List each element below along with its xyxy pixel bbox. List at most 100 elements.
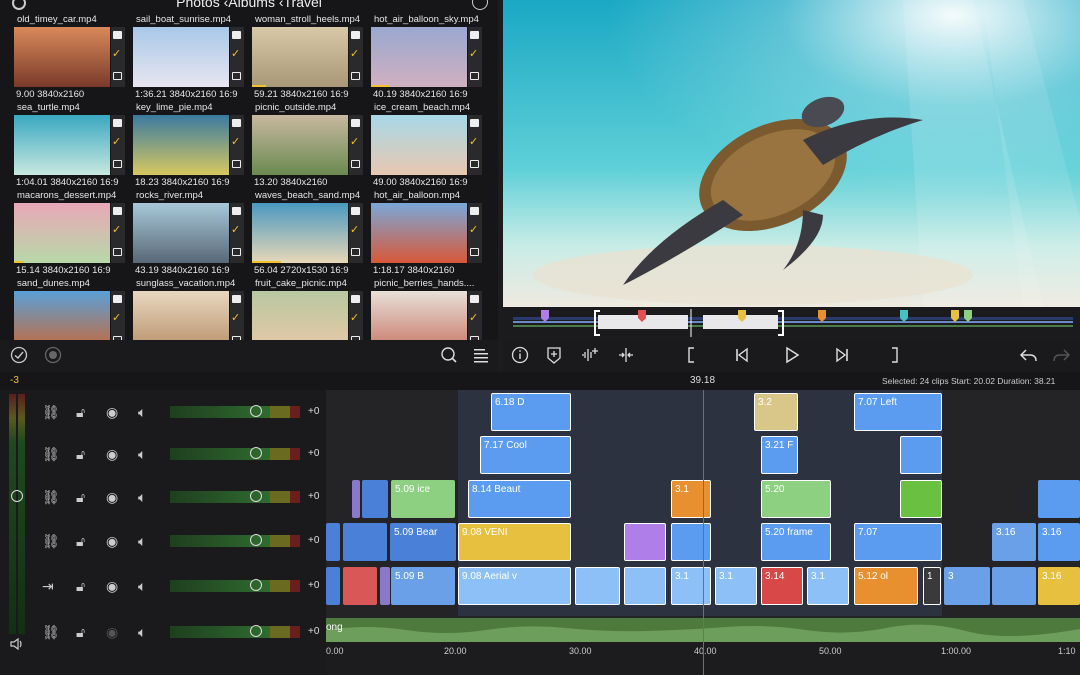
- timeline-clip[interactable]: 3.1: [671, 480, 711, 518]
- timeline-clip[interactable]: 3.16: [1038, 523, 1080, 561]
- media-tile[interactable]: waves_beach_sand.mp4 ✓ 56.04 2720x1530 16:…: [252, 190, 372, 278]
- link-icon[interactable]: ⛓: [42, 533, 60, 550]
- timeline-clip[interactable]: [1038, 480, 1080, 518]
- timeline-clip[interactable]: 7.17 Cool: [480, 436, 571, 474]
- playhead[interactable]: [703, 390, 704, 675]
- arrow-right-icon[interactable]: ⇥: [42, 578, 54, 595]
- media-tile[interactable]: picnic_outside.mp4 ✓ 13.20 3840x2160: [252, 102, 372, 190]
- timeline-clip[interactable]: 5.09 ice: [391, 480, 455, 518]
- timeline-clip[interactable]: 5.09 B: [391, 567, 455, 605]
- mark-in-icon[interactable]: [681, 346, 703, 370]
- timeline-clip[interactable]: 3.1: [715, 567, 757, 605]
- media-tile[interactable]: macarons_dessert.mp4 ✓ 15.14 3840x2160 16:…: [14, 190, 134, 278]
- media-tile[interactable]: fruit_cake_picnic.mp4 ✓: [252, 278, 372, 340]
- media-tile[interactable]: key_lime_pie.mp4 ✓ 18.23 3840x2160 16:9: [133, 102, 253, 190]
- track-volume-slider[interactable]: [170, 625, 300, 638]
- timeline-clip[interactable]: [900, 480, 942, 518]
- timeline-clip[interactable]: [362, 480, 388, 518]
- album-breadcrumb[interactable]: Photos ‹Albums ‹Travel: [0, 0, 498, 10]
- timeline-clip[interactable]: 3.1: [671, 567, 711, 605]
- track-volume-slider[interactable]: [170, 405, 300, 418]
- timeline-clip[interactable]: 5.12 ol: [854, 567, 918, 605]
- record-icon[interactable]: [44, 346, 62, 364]
- eye-icon[interactable]: ◉: [106, 446, 118, 463]
- media-tile[interactable]: hot_air_balloon.mp4 ✓ 1:18.17 3840x2160: [371, 190, 491, 278]
- volume-icon[interactable]: 🔈︎: [138, 624, 146, 641]
- volume-icon[interactable]: 🔈︎: [138, 489, 146, 506]
- track-volume-slider[interactable]: [170, 534, 300, 547]
- timeline-clip[interactable]: [992, 567, 1036, 605]
- add-marker-icon[interactable]: [543, 346, 565, 370]
- media-tile[interactable]: sail_boat_sunrise.mp4 ✓ 1:36.21 3840x2160 …: [133, 14, 253, 102]
- timeline-clip[interactable]: [343, 523, 387, 561]
- timeline[interactable]: 6.18 D 3.2 7.07 Left 7.17 Cool 3.21 F 5.09 ic…: [326, 390, 1080, 675]
- timeline-clip[interactable]: 3.16: [1038, 567, 1080, 605]
- timeline-clip[interactable]: 7.07 Left: [854, 393, 942, 431]
- timeline-clip[interactable]: 3: [944, 567, 990, 605]
- media-tile[interactable]: sea_turtle.mp4 ✓ 1:04.01 3840x2160 16:9: [14, 102, 134, 190]
- timeline-clip[interactable]: 3.21 F: [761, 436, 798, 474]
- timeline-clip[interactable]: 9.08 Aerial v: [458, 567, 571, 605]
- media-tile[interactable]: sunglass_vacation.mp4 ✓: [133, 278, 253, 340]
- video-viewer[interactable]: [503, 0, 1080, 307]
- eye-icon[interactable]: ◉: [106, 489, 118, 506]
- volume-knob[interactable]: [250, 534, 262, 546]
- lock-icon[interactable]: 🔓︎: [76, 578, 85, 595]
- master-level-knob[interactable]: [11, 490, 23, 502]
- eye-icon[interactable]: ◉: [106, 624, 118, 641]
- media-tile[interactable]: picnic_berries_hands.... ✓: [371, 278, 491, 340]
- eye-icon[interactable]: ◉: [106, 533, 118, 550]
- volume-knob[interactable]: [250, 579, 262, 591]
- mark-out-icon[interactable]: [883, 346, 905, 370]
- volume-icon[interactable]: 🔈︎: [138, 578, 146, 595]
- add-audio-icon[interactable]: [579, 346, 601, 370]
- media-tile[interactable]: woman_stroll_heels.mp4 ✓ 59.21 3840x2160 1…: [252, 14, 372, 102]
- eye-icon[interactable]: ◉: [106, 404, 118, 421]
- timeline-clip[interactable]: [380, 567, 390, 605]
- timeline-clip[interactable]: [624, 523, 666, 561]
- lock-icon[interactable]: 🔓︎: [76, 624, 85, 641]
- redo-icon[interactable]: [1051, 346, 1073, 370]
- info-icon[interactable]: [509, 346, 531, 370]
- timeline-clip[interactable]: 1: [923, 567, 941, 605]
- media-tile[interactable]: rocks_river.mp4 ✓ 43.19 3840x2160 16:9: [133, 190, 253, 278]
- lock-icon[interactable]: 🔓︎: [76, 533, 85, 550]
- timeline-clip[interactable]: [624, 567, 666, 605]
- timeline-clip[interactable]: 3.16: [992, 523, 1036, 561]
- timeline-clip[interactable]: 3.2: [754, 393, 798, 431]
- link-icon[interactable]: ⛓: [42, 404, 60, 421]
- search-icon[interactable]: [440, 346, 458, 364]
- volume-knob[interactable]: [250, 405, 262, 417]
- lock-icon[interactable]: 🔓︎: [76, 404, 85, 421]
- volume-knob[interactable]: [250, 625, 262, 637]
- timeline-clip[interactable]: 6.18 D: [491, 393, 571, 431]
- split-icon[interactable]: [615, 346, 637, 370]
- media-tile[interactable]: sand_dunes.mp4 ✓: [14, 278, 134, 340]
- volume-icon[interactable]: 🔈︎: [138, 446, 146, 463]
- undo-icon[interactable]: [1017, 346, 1039, 370]
- timeline-clip[interactable]: [352, 480, 360, 518]
- timeline-clip[interactable]: 5.20 frame: [761, 523, 831, 561]
- volume-knob[interactable]: [250, 490, 262, 502]
- link-icon[interactable]: ⛓: [42, 446, 60, 463]
- lock-icon[interactable]: 🔓︎: [76, 446, 85, 463]
- link-icon[interactable]: ⛓: [42, 489, 60, 506]
- lock-icon[interactable]: 🔓︎: [76, 489, 85, 506]
- timeline-clip[interactable]: 9.08 VENI: [458, 523, 571, 561]
- volume-icon[interactable]: 🔈︎: [138, 404, 146, 421]
- timeline-clip[interactable]: [326, 523, 340, 561]
- track-volume-slider[interactable]: [170, 579, 300, 592]
- timeline-overview[interactable]: [503, 307, 1080, 339]
- timeline-clip[interactable]: 3.14: [761, 567, 803, 605]
- media-tile[interactable]: hot_air_balloon_sky.mp4 ✓ 40.19 3840x2160 …: [371, 14, 491, 102]
- skip-forward-icon[interactable]: [831, 346, 853, 370]
- timeline-clip[interactable]: 5.20: [761, 480, 831, 518]
- media-tile[interactable]: old_timey_car.mp4 ✓ 9.00 3840x2160: [14, 14, 134, 102]
- timeline-clip[interactable]: [671, 523, 711, 561]
- volume-knob[interactable]: [250, 447, 262, 459]
- list-view-icon[interactable]: [472, 346, 490, 364]
- link-icon[interactable]: ⛓: [42, 624, 60, 641]
- timeline-clip[interactable]: [343, 567, 377, 605]
- eye-icon[interactable]: ◉: [106, 578, 118, 595]
- skip-back-icon[interactable]: [731, 346, 753, 370]
